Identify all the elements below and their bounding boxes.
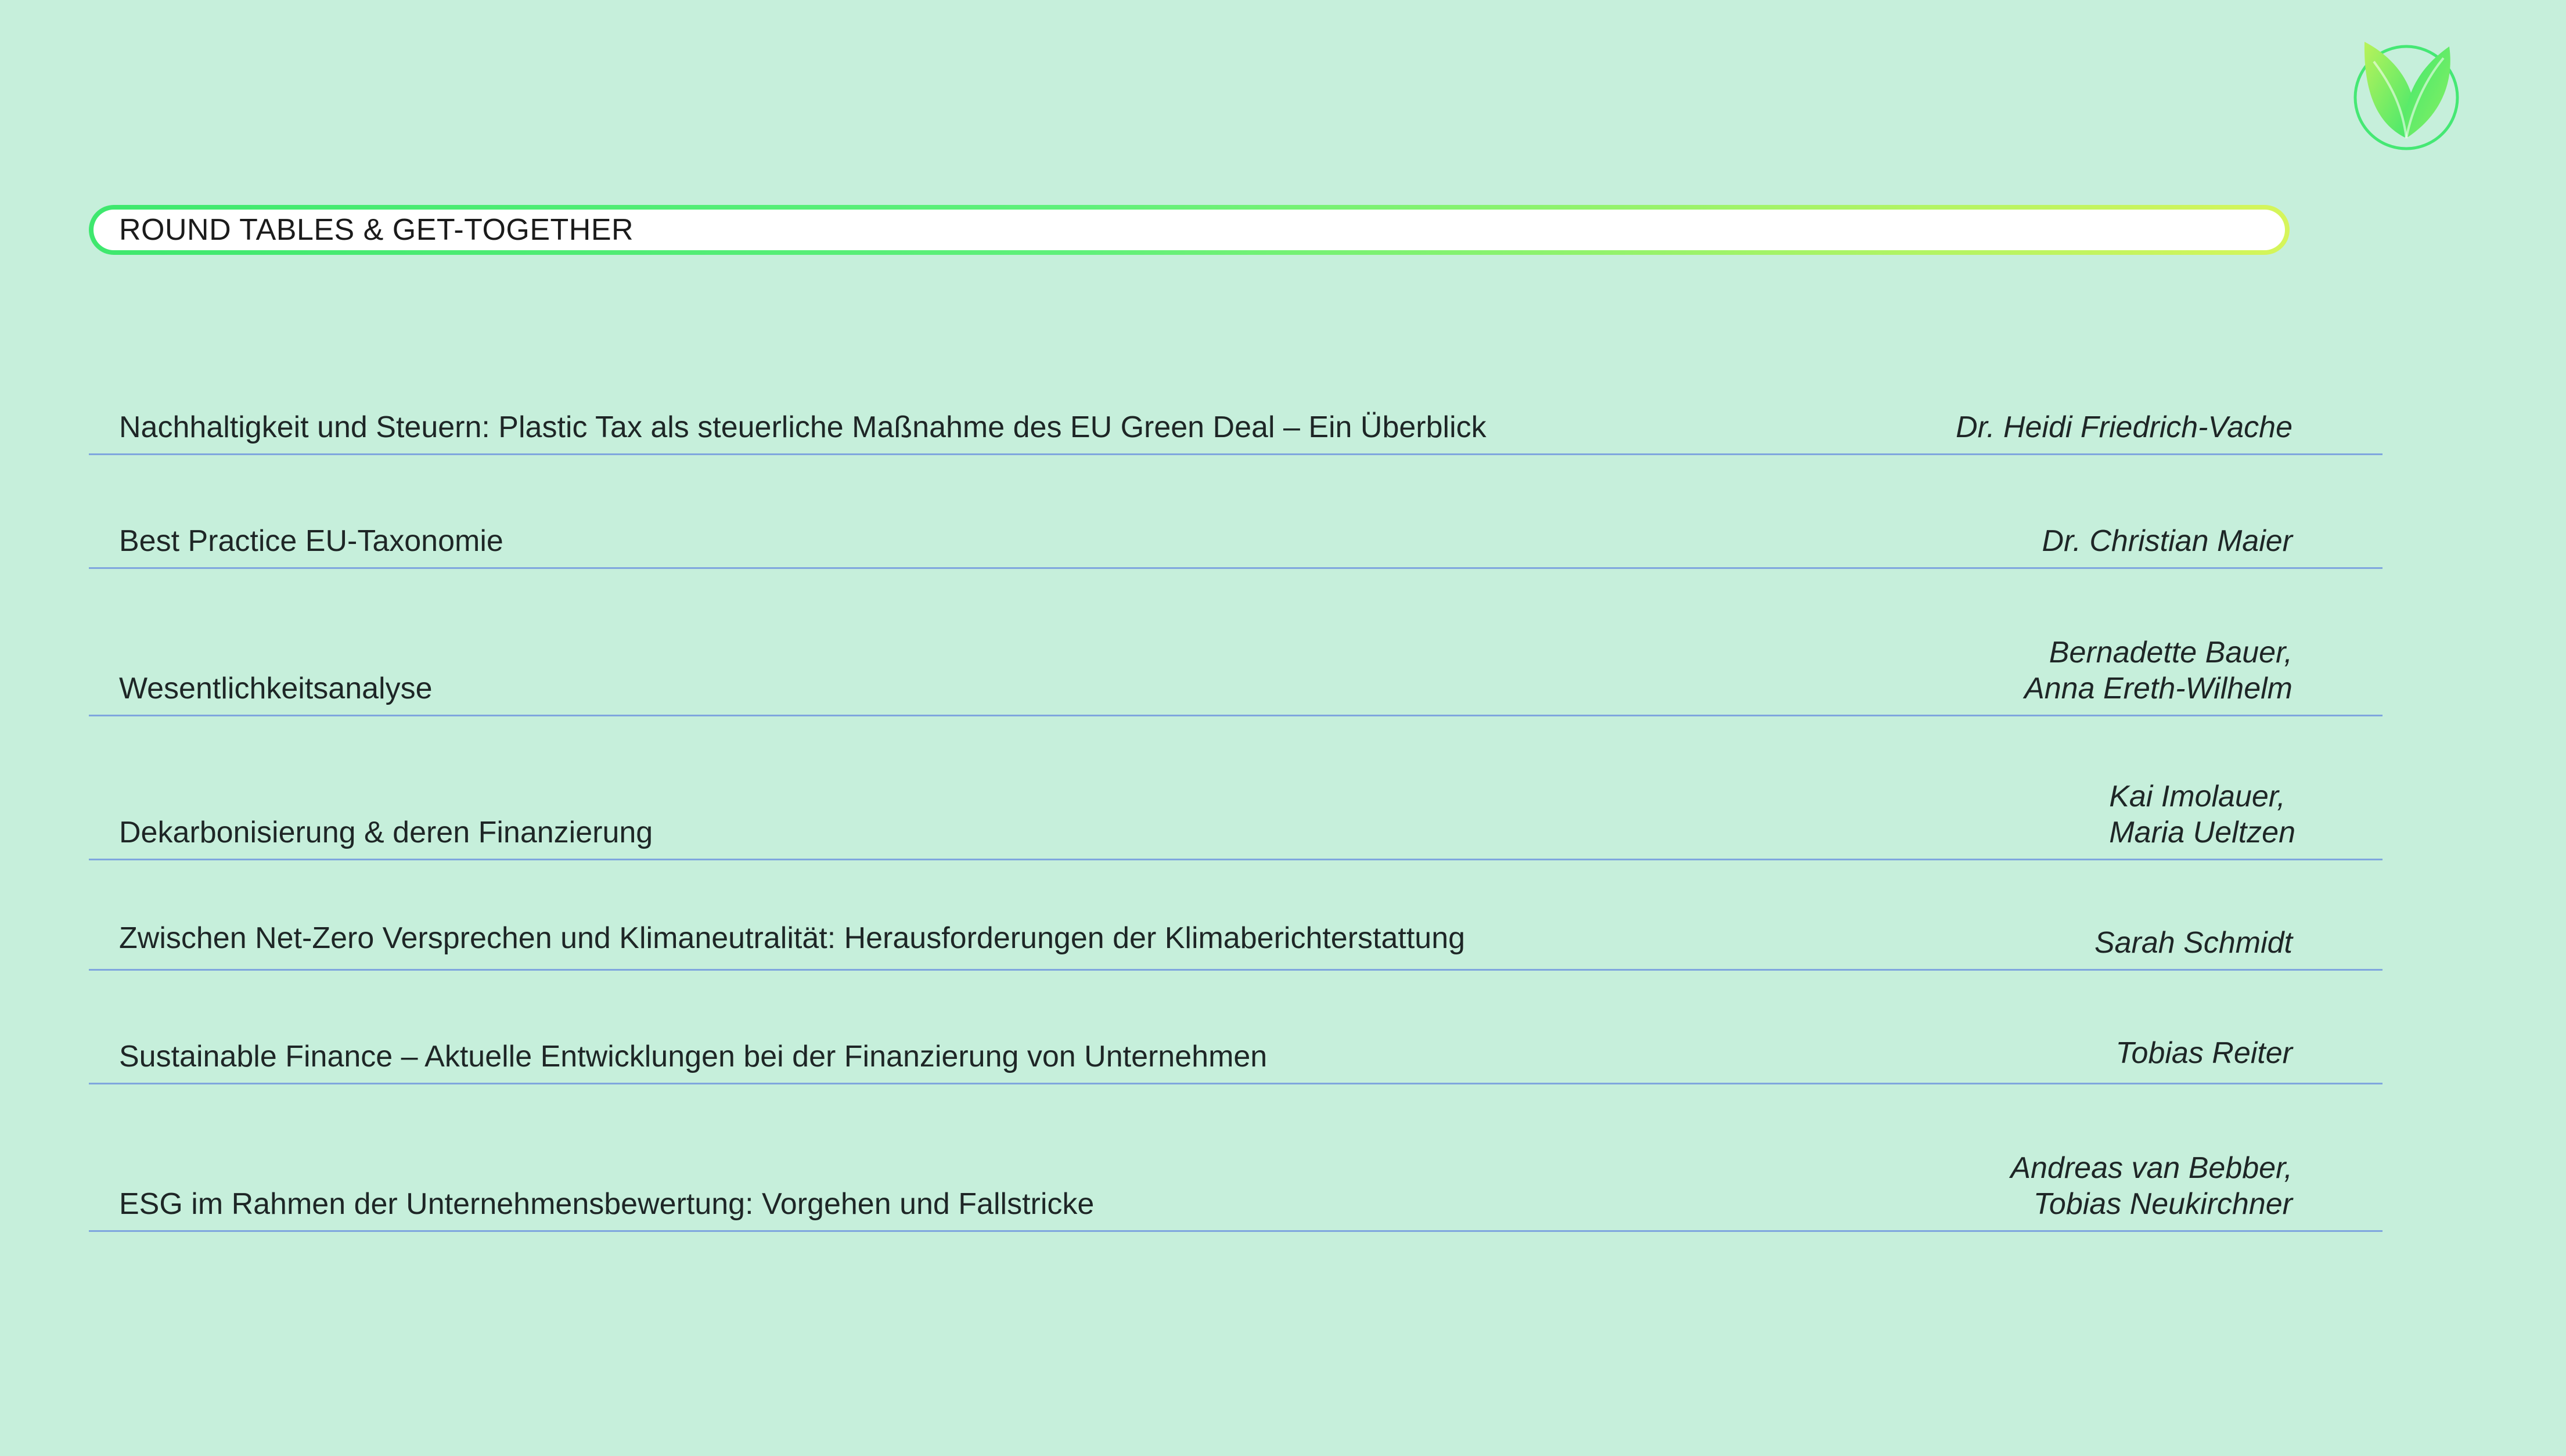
speaker-name: Kai Imolauer, (2109, 780, 2286, 813)
section-title: ROUND TABLES & GET-TOGETHER (119, 213, 634, 247)
session-topic: Best Practice EU-Taxonomie (119, 524, 503, 558)
speaker-name: Dr. Christian Maier (2042, 524, 2293, 558)
leaf-logo-icon (2351, 38, 2462, 153)
session-topic: ESG im Rahmen der Unternehmensbewertung:… (119, 1187, 1095, 1221)
speaker-name: Anna Ereth-Wilhelm (2024, 672, 2293, 705)
session-row: ESG im Rahmen der Unternehmensbewertung:… (89, 1084, 2383, 1232)
session-row: Wesentlichkeitsanalyse Bernadette Bauer,… (89, 569, 2383, 716)
session-topic: Zwischen Net-Zero Versprechen und Kliman… (119, 921, 1466, 955)
session-row: Nachhaltigkeit und Steuern: Plastic Tax … (89, 372, 2383, 455)
session-speaker: Tobias Reiter (2116, 1035, 2293, 1071)
session-speaker: Bernadette Bauer, Anna Ereth-Wilhelm (2024, 635, 2293, 707)
speaker-name: Dr. Heidi Friedrich-Vache (1956, 410, 2293, 444)
section-header-inner: ROUND TABLES & GET-TOGETHER (93, 210, 2285, 250)
section-header-bar: ROUND TABLES & GET-TOGETHER (89, 205, 2290, 255)
speaker-name: Tobias Neukirchner (2033, 1187, 2293, 1221)
session-topic: Nachhaltigkeit und Steuern: Plastic Tax … (119, 410, 1487, 444)
speaker-name: Sarah Schmidt (2094, 926, 2293, 960)
speaker-name: Tobias Reiter (2115, 1036, 2293, 1070)
speaker-name: Maria Ueltzen (2109, 816, 2295, 849)
session-speaker: Kai Imolauer, Maria Ueltzen (2109, 779, 2295, 850)
session-speaker: Andreas van Bebber, Tobias Neukirchner (2010, 1150, 2293, 1222)
session-topic: Sustainable Finance – Aktuelle Entwicklu… (119, 1040, 1268, 1073)
session-row: Sustainable Finance – Aktuelle Entwicklu… (89, 971, 2383, 1084)
speaker-name: Andreas van Bebber, (2010, 1151, 2293, 1185)
session-speaker: Dr. Heidi Friedrich-Vache (1956, 409, 2293, 445)
session-row: Best Practice EU-Taxonomie Dr. Christian… (89, 455, 2383, 569)
session-speaker: Sarah Schmidt (2094, 925, 2293, 961)
session-speaker: Dr. Christian Maier (2042, 523, 2293, 559)
session-row: Dekarbonisierung & deren Finanzierung Ka… (89, 716, 2383, 860)
session-topic: Dekarbonisierung & deren Finanzierung (119, 816, 653, 849)
session-topic: Wesentlichkeitsanalyse (119, 672, 433, 705)
speaker-name: Bernadette Bauer, (2049, 636, 2293, 669)
session-row: Zwischen Net-Zero Versprechen und Kliman… (89, 860, 2383, 971)
